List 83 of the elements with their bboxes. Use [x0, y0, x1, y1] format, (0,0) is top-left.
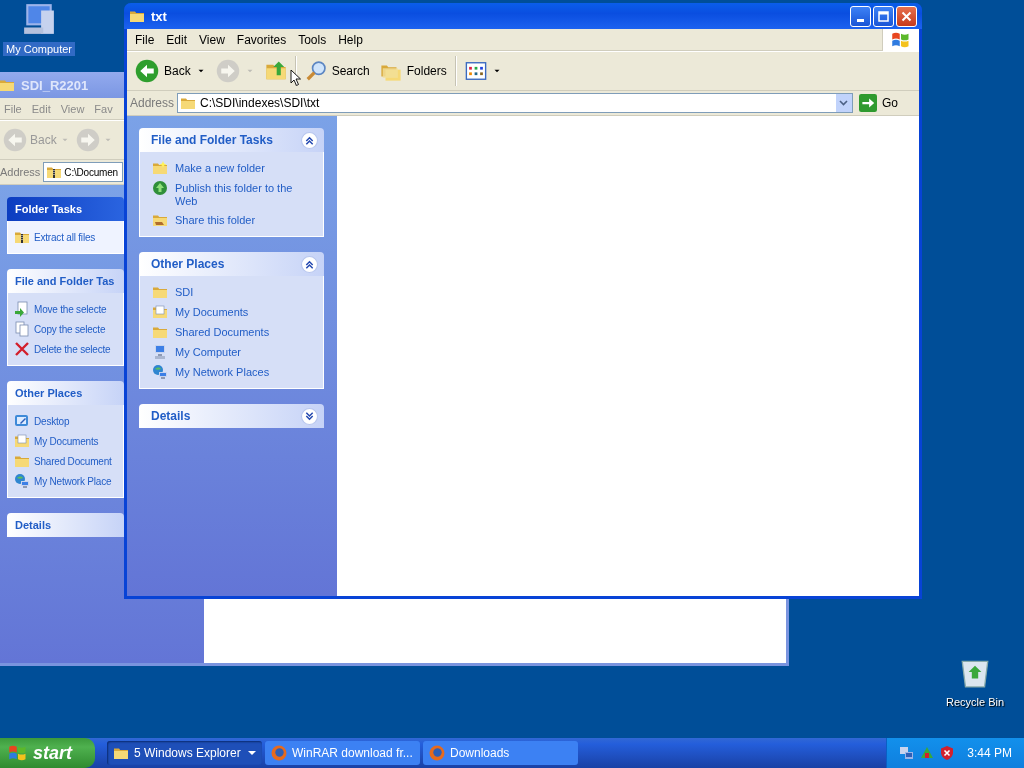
views-icon: [464, 60, 487, 82]
back-icon: [3, 128, 27, 152]
start-button[interactable]: start: [0, 738, 95, 768]
menu-item[interactable]: Favorites: [230, 32, 293, 47]
go-icon: [859, 94, 877, 112]
computer-icon: [152, 344, 168, 360]
menu-item[interactable]: Fav: [89, 102, 118, 115]
search-button[interactable]: Search: [300, 55, 374, 87]
documents-icon: [14, 433, 30, 449]
taskbar-button[interactable]: WinRAR download fr...: [265, 741, 420, 765]
panel-header[interactable]: Details: [139, 404, 324, 428]
task-link[interactable]: My Documents: [175, 304, 249, 319]
windows-flag-icon: [891, 30, 911, 50]
task-link[interactable]: My Documents: [34, 433, 99, 448]
task-link[interactable]: My Network Place: [34, 473, 112, 488]
forward-icon: [215, 59, 240, 83]
computer-icon[interactable]: [22, 2, 56, 36]
task-link[interactable]: Copy the selecte: [34, 321, 106, 336]
close-button[interactable]: [896, 5, 917, 27]
network-icon[interactable]: [899, 745, 916, 761]
chevron-icon: [839, 100, 849, 106]
task-link[interactable]: Publish this folder to the Web: [175, 180, 313, 208]
task-link[interactable]: Shared Documents: [175, 324, 270, 339]
network-icon: [14, 473, 30, 489]
panel-header[interactable]: Details: [7, 513, 124, 537]
back-icon: [135, 59, 159, 83]
maximize-button[interactable]: [873, 5, 894, 27]
close-icon: [901, 10, 912, 22]
address-label: Address: [130, 96, 175, 110]
menu-item[interactable]: View: [55, 102, 90, 115]
task-link[interactable]: Shared Document: [34, 453, 112, 468]
panel-header[interactable]: Other Places: [139, 252, 324, 276]
up-folder-icon: [264, 60, 287, 82]
menu-item[interactable]: Tools: [292, 32, 333, 47]
delete-icon: [14, 341, 30, 357]
desktop-icon-label[interactable]: My Computer: [3, 42, 76, 56]
go-button[interactable]: Go: [856, 94, 916, 112]
panel-header[interactable]: Other Places: [7, 381, 124, 405]
move-icon: [14, 301, 30, 317]
address-field[interactable]: C:\SDI\indexes\SDI\txt: [177, 93, 853, 113]
task-link[interactable]: My Network Places: [175, 364, 270, 379]
desktop-icon-label[interactable]: Recycle Bin: [943, 695, 1008, 709]
task-link[interactable]: Move the selecte: [34, 301, 107, 316]
address-field[interactable]: C:\Documen: [43, 162, 124, 182]
forward-icon: [75, 128, 100, 152]
search-icon: [304, 60, 327, 82]
window-title: SDI_R2201: [21, 77, 89, 93]
windows-flag-icon: [8, 743, 28, 763]
task-link[interactable]: Delete the selecte: [34, 341, 111, 356]
taskbar-button[interactable]: 5 Windows Explorer: [107, 741, 262, 765]
network-icon: [152, 364, 168, 380]
panel-header[interactable]: File and Folder Tas: [7, 269, 124, 293]
dropdown-button[interactable]: [836, 94, 852, 112]
menu-item[interactable]: File: [0, 102, 27, 115]
menu-item[interactable]: Edit: [26, 102, 56, 115]
task-link[interactable]: My Computer: [175, 344, 242, 359]
menu-item[interactable]: Help: [332, 32, 369, 47]
documents-icon: [152, 304, 168, 320]
window-title: txt: [151, 8, 167, 24]
globe-icon: [152, 180, 168, 196]
copy-icon: [14, 321, 30, 337]
taskbar-button[interactable]: Downloads: [423, 741, 578, 765]
shield-icon[interactable]: [939, 745, 956, 761]
folders-button[interactable]: Folders: [375, 55, 451, 87]
address-label: Address: [0, 166, 41, 178]
panel-header[interactable]: File and Folder Tasks: [139, 128, 324, 152]
clock: 3:44 PM: [967, 746, 1012, 760]
task-link[interactable]: SDI: [175, 284, 194, 299]
minimize-button[interactable]: [850, 5, 871, 27]
task-link[interactable]: Make a new folder: [175, 160, 265, 175]
desktop-icon: [14, 413, 30, 429]
maximize-icon: [878, 10, 889, 22]
firefox-icon: [429, 745, 445, 761]
menu-item[interactable]: File: [129, 32, 161, 47]
firefox-icon: [271, 745, 287, 761]
new-folder-icon: [152, 160, 168, 176]
task-link[interactable]: Desktop: [34, 413, 70, 428]
minimize-icon: [857, 19, 864, 22]
menu-item[interactable]: View: [193, 32, 231, 47]
task-link[interactable]: Share this folder: [175, 212, 256, 227]
panel-header[interactable]: Folder Tasks: [7, 197, 124, 221]
back-button[interactable]: Back: [131, 55, 210, 87]
menu-item[interactable]: Edit: [160, 32, 194, 47]
